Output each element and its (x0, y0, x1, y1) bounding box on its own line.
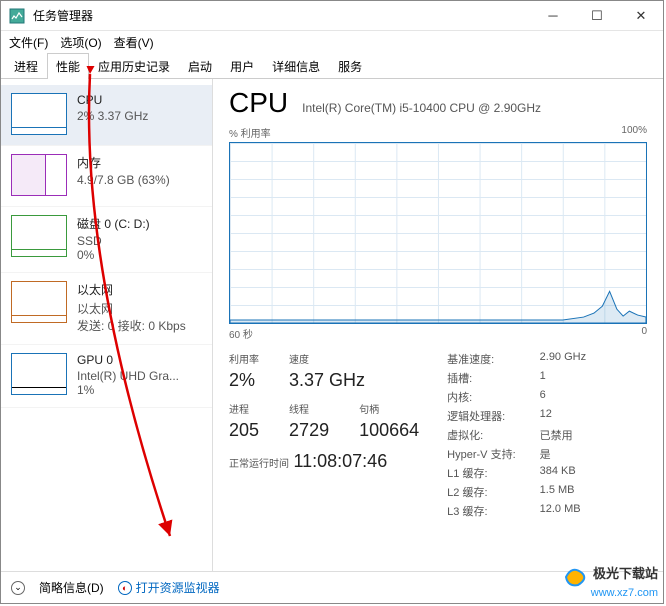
menu-view[interactable]: 查看(V) (114, 34, 154, 51)
sockets-value: 1 (540, 370, 586, 386)
tab-services[interactable]: 服务 (329, 53, 371, 79)
watermark-brand: 极光下载站 (593, 566, 658, 581)
hyperv-value: 是 (540, 446, 586, 462)
watermark-url: www.xz7.com (591, 587, 658, 599)
uptime-label: 正常运行时间 (229, 459, 289, 470)
l3-label: L3 缓存: (447, 503, 515, 519)
virt-label: 虚拟化: (447, 427, 515, 443)
thread-label: 线程 (289, 401, 329, 416)
resource-monitor-label: 打开资源监视器 (136, 579, 220, 596)
thread-value: 2729 (289, 420, 329, 441)
ethernet-mini-graph (11, 281, 67, 323)
sidebar-disk-status: 0% (77, 248, 150, 262)
tab-processes[interactable]: 进程 (5, 53, 47, 79)
sidebar-memory-label: 内存 (77, 154, 170, 171)
maximize-button[interactable]: ☐ (575, 1, 619, 31)
watermark-logo-icon (562, 563, 590, 587)
util-label: 利用率 (229, 351, 259, 366)
chart-label-right: 100% (621, 125, 647, 140)
close-button[interactable]: ✕ (619, 1, 663, 31)
sidebar-gpu-type: Intel(R) UHD Gra... (77, 369, 179, 383)
util-value: 2% (229, 370, 259, 391)
resource-monitor-link[interactable]: ◐ 打开资源监视器 (118, 579, 220, 596)
base-speed-label: 基准速度: (447, 351, 515, 367)
sidebar-item-cpu[interactable]: CPU 2% 3.37 GHz (1, 85, 212, 146)
logical-label: 逻辑处理器: (447, 408, 515, 424)
virt-value: 已禁用 (540, 427, 586, 443)
menu-options[interactable]: 选项(O) (60, 34, 101, 51)
sidebar-item-disk[interactable]: 磁盘 0 (C: D:) SSD 0% (1, 207, 212, 273)
sidebar-disk-label: 磁盘 0 (C: D:) (77, 215, 150, 232)
sidebar-item-ethernet[interactable]: 以太网 以太网 发送: 0 接收: 0 Kbps (1, 273, 212, 345)
detail-model: Intel(R) Core(TM) i5-10400 CPU @ 2.90GHz (302, 101, 541, 115)
sidebar-ethernet-status: 发送: 0 接收: 0 Kbps (77, 317, 186, 334)
handle-value: 100664 (359, 420, 419, 441)
proc-value: 205 (229, 420, 259, 441)
speed-value: 3.37 GHz (289, 370, 365, 391)
logical-value: 12 (540, 408, 586, 424)
sockets-label: 插槽: (447, 370, 515, 386)
l1-label: L1 缓存: (447, 465, 515, 481)
cpu-mini-graph (11, 93, 67, 135)
hyperv-label: Hyper-V 支持: (447, 446, 515, 462)
sidebar-gpu-label: GPU 0 (77, 353, 179, 367)
sidebar-gpu-status: 1% (77, 383, 179, 397)
l3-value: 12.0 MB (540, 503, 586, 519)
cpu-chart[interactable] (229, 142, 647, 324)
tab-details[interactable]: 详细信息 (263, 53, 329, 79)
handle-label: 句柄 (359, 401, 419, 416)
menu-file[interactable]: 文件(F) (9, 34, 48, 51)
x-axis-right: 0 (641, 326, 647, 341)
x-axis-left: 60 秒 (229, 326, 253, 341)
tab-performance[interactable]: 性能 (47, 53, 89, 79)
proc-label: 进程 (229, 401, 259, 416)
cores-label: 内核: (447, 389, 515, 405)
l1-value: 384 KB (540, 465, 586, 481)
minimize-button[interactable]: ─ (531, 1, 575, 31)
l2-value: 1.5 MB (540, 484, 586, 500)
sidebar-ethernet-type: 以太网 (77, 300, 186, 317)
watermark: 极光下载站 www.xz7.com (562, 563, 658, 600)
sidebar-memory-status: 4.9/7.8 GB (63%) (77, 173, 170, 187)
sidebar-item-memory[interactable]: 内存 4.9/7.8 GB (63%) (1, 146, 212, 207)
sidebar-cpu-status: 2% 3.37 GHz (77, 109, 148, 123)
chart-label-left: % 利用率 (229, 125, 271, 140)
collapse-icon[interactable]: ⌄ (11, 581, 25, 595)
cores-value: 6 (540, 389, 586, 405)
window-title: 任务管理器 (33, 7, 531, 24)
base-speed-value: 2.90 GHz (540, 351, 586, 367)
detail-pane: CPU Intel(R) Core(TM) i5-10400 CPU @ 2.9… (213, 79, 663, 571)
uptime-value: 11:08:07:46 (293, 451, 387, 471)
brief-info-link[interactable]: 简略信息(D) (39, 579, 104, 596)
disk-mini-graph (11, 215, 67, 257)
tab-users[interactable]: 用户 (221, 53, 263, 79)
performance-sidebar: CPU 2% 3.37 GHz 内存 4.9/7.8 GB (63%) 磁盘 0… (1, 79, 213, 571)
sidebar-cpu-label: CPU (77, 93, 148, 107)
sidebar-ethernet-label: 以太网 (77, 281, 186, 298)
memory-mini-graph (11, 154, 67, 196)
sidebar-disk-type: SSD (77, 234, 150, 248)
tab-app-history[interactable]: 应用历史记录 (89, 53, 179, 79)
resource-monitor-icon: ◐ (118, 581, 132, 595)
sidebar-item-gpu[interactable]: GPU 0 Intel(R) UHD Gra... 1% (1, 345, 212, 408)
detail-title: CPU (229, 87, 288, 119)
app-icon (9, 8, 25, 24)
speed-label: 速度 (289, 351, 365, 366)
l2-label: L2 缓存: (447, 484, 515, 500)
gpu-mini-graph (11, 353, 67, 395)
tab-startup[interactable]: 启动 (179, 53, 221, 79)
